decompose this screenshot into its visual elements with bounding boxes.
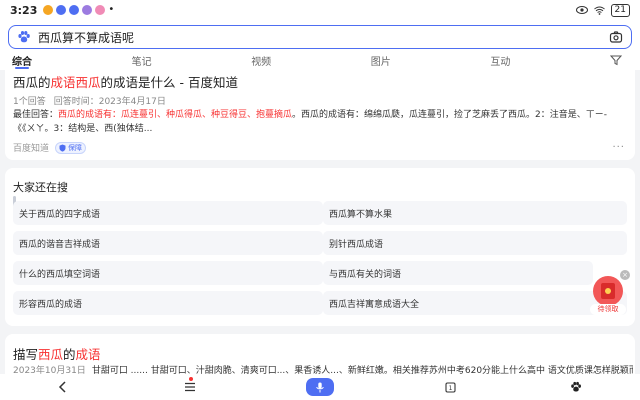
title-highlight: 西瓜 [38,347,64,362]
app-notification-icon [56,5,67,15]
result-source: 百度知道 保障 [13,141,87,154]
search-input[interactable] [38,30,609,44]
result-title[interactable]: 西瓜的成语西瓜的成语是什么 - 百度知道 [13,72,238,91]
chevron-left-icon [58,381,66,393]
baidu-paw-icon [18,31,30,43]
result-tabs: 综合 笔记 视频 图片 互动 [0,51,640,69]
title-text: 的成语是什么 - 百度知道 [100,75,239,90]
battery-indicator: 21 [610,3,630,17]
title-highlight: 成语 [75,347,101,362]
related-item[interactable]: 西瓜算不算水果 [323,201,627,225]
camera-icon[interactable] [609,30,623,44]
baidu-paw-icon [571,381,581,392]
related-item[interactable]: 西瓜吉祥寓意成语大全 [323,291,627,315]
menu-icon [185,382,195,392]
search-header: 综合 笔记 视频 图片 互动 [0,20,640,70]
title-highlight: 西瓜 [75,75,101,90]
tabs-button[interactable]: 1 [441,378,459,396]
app-notification-icon [95,5,106,15]
answer-count: 1个回答 [13,97,46,107]
red-packet-icon [593,276,623,306]
bottom-nav: 1 [0,374,640,400]
title-highlight: 成语 [50,75,76,90]
related-item[interactable]: 关于西瓜的四字成语 [13,201,323,225]
title-text: 描写 [13,347,39,362]
title-text: 的 [63,347,76,362]
notification-icons: • [43,5,114,15]
guarantee-badge: 保障 [55,141,87,154]
related-item[interactable]: 什么的西瓜填空词语 [13,261,323,285]
red-packet-widget[interactable]: 待领取 [590,276,626,316]
voice-search-button[interactable] [306,378,334,396]
app-notification-icon [43,5,54,15]
tab-images[interactable]: 图片 [371,51,391,69]
svg-text:1: 1 [448,385,452,392]
source-name: 百度知道 [13,144,50,154]
status-bar: 3:23 • 21 [0,0,640,20]
tab-interact[interactable]: 互动 [490,51,510,69]
more-options-icon[interactable]: ··· [612,142,625,153]
shield-icon [59,144,66,152]
tab-notes[interactable]: 笔记 [132,51,152,69]
tab-all[interactable]: 综合 [12,51,32,69]
related-item[interactable]: 形容西瓜的成语 [13,291,323,315]
related-searches-title: 大家还在搜 [13,181,68,194]
baidu-home-button[interactable] [567,378,585,396]
related-searches-card: 大家还在搜 关于西瓜的四字成语 西瓜算不算水果 西瓜的谐音吉祥成语 别针西瓜成语… [5,168,635,326]
related-item[interactable]: 西瓜的谐音吉祥成语 [13,231,323,255]
back-button[interactable] [54,378,72,396]
best-answer-label: 最佳回答： [13,110,59,120]
snippet-highlight: 西瓜的成语有：瓜连蔓引、种瓜得瓜、种豆得豆、抱蔓摘瓜 [58,110,293,120]
result-title[interactable]: 描写西瓜的成语 [13,344,101,363]
wifi-icon [593,6,605,15]
badge-label: 保障 [68,143,83,152]
more-notifications-icon: • [108,4,115,15]
result-snippet: 最佳回答：西瓜的成语有：瓜连蔓引、种瓜得瓜、种豆得豆、抱蔓摘瓜。西瓜的成语有：绵… [13,108,629,136]
menu-button[interactable] [181,377,199,396]
tab-video[interactable]: 视频 [251,51,271,69]
related-item[interactable]: 与西瓜有关的词语 [323,261,593,285]
answer-time: 回答时间：2023年4月17日 [53,97,166,107]
status-time: 3:23 [10,3,38,17]
search-box[interactable] [8,25,632,49]
result-meta: 1个回答 回答时间：2023年4月17日 [13,94,166,107]
filter-icon[interactable] [609,54,622,66]
app-notification-icon [69,5,80,15]
eye-icon [575,6,588,14]
tab-count-icon: 1 [444,381,456,393]
result-card-zhidao[interactable]: 西瓜的成语西瓜的成语是什么 - 百度知道 1个回答 回答时间：2023年4月17日… [5,70,635,160]
related-item[interactable]: 别针西瓜成语 [323,231,627,255]
notification-dot [189,377,193,381]
microphone-icon [316,382,324,392]
app-notification-icon [82,5,93,15]
title-text: 西瓜的 [13,75,51,90]
red-packet-label: 待领取 [590,304,626,315]
close-icon[interactable]: × [620,270,630,280]
